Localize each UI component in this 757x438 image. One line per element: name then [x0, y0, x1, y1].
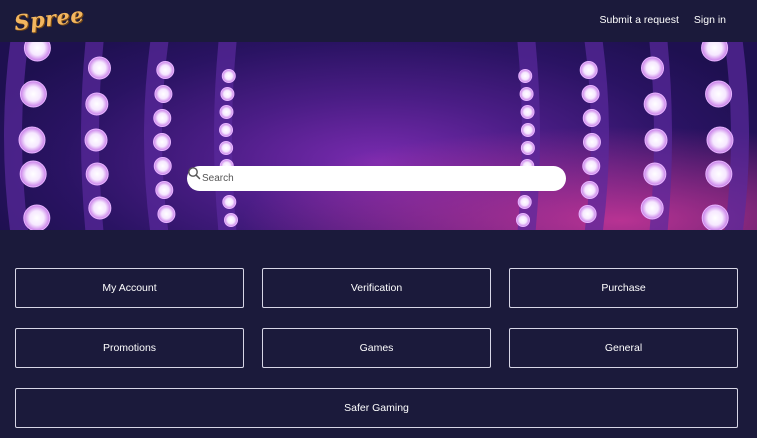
light-bulb — [643, 92, 667, 116]
light-bulb — [219, 123, 234, 137]
sign-in-link[interactable]: Sign in — [694, 14, 726, 26]
search-input[interactable] — [200, 172, 534, 185]
category-games[interactable]: Games — [262, 328, 491, 368]
light-bulb — [518, 69, 533, 83]
category-verification[interactable]: Verification — [262, 268, 491, 308]
light-bulb — [705, 160, 733, 188]
light-bulb — [578, 205, 597, 223]
category-promotions[interactable]: Promotions — [15, 328, 244, 368]
light-bulb — [219, 141, 234, 155]
light-bulb — [520, 141, 535, 155]
light-arc — [4, 42, 29, 230]
light-bulb — [88, 196, 112, 220]
light-bulb — [641, 56, 665, 80]
light-bulb — [153, 133, 172, 151]
light-bulb — [701, 204, 729, 230]
light-bulb — [582, 133, 601, 151]
light-bulb — [706, 126, 734, 154]
light-bulb — [520, 105, 535, 119]
light-bulb — [582, 109, 601, 127]
category-safer-gaming[interactable]: Safer Gaming — [15, 388, 738, 428]
search-bar[interactable] — [187, 166, 566, 191]
light-bulb — [157, 205, 176, 223]
submit-request-link[interactable]: Submit a request — [600, 14, 679, 26]
category-general[interactable]: General — [509, 328, 738, 368]
light-bulb — [515, 213, 530, 227]
light-bulb — [582, 157, 601, 175]
light-bulb — [84, 128, 108, 152]
top-nav: Submit a request Sign in — [600, 14, 727, 26]
light-bulb — [219, 105, 234, 119]
light-bulb — [517, 195, 532, 209]
light-bulb — [224, 213, 239, 227]
hero-lights-illustration — [0, 42, 757, 230]
light-bulb — [519, 87, 534, 101]
category-purchase[interactable]: Purchase — [509, 268, 738, 308]
light-bulb — [520, 123, 535, 137]
light-bulb — [156, 61, 175, 79]
light-bulb — [85, 162, 109, 186]
light-bulb — [154, 85, 173, 103]
light-bulb — [220, 87, 235, 101]
category-my-account[interactable]: My Account — [15, 268, 244, 308]
light-bulb — [222, 195, 237, 209]
light-bulb — [23, 204, 51, 230]
search-icon — [188, 167, 201, 180]
light-bulb — [153, 109, 172, 127]
spree-logo[interactable]: Spree — [13, 2, 86, 35]
hero-banner — [0, 42, 757, 230]
light-bulb — [581, 85, 600, 103]
light-bulb — [87, 56, 111, 80]
light-bulb — [643, 162, 667, 186]
light-bulb — [221, 69, 236, 83]
light-bulb — [580, 181, 599, 199]
light-bulb — [19, 80, 47, 108]
light-bulb — [705, 80, 733, 108]
light-bulb — [640, 196, 664, 220]
light-bulb — [579, 61, 598, 79]
light-bulb — [155, 181, 174, 199]
light-bulb — [644, 128, 668, 152]
light-arc — [724, 42, 749, 230]
site-header: Spree Submit a request Sign in — [0, 0, 757, 42]
light-bulb — [153, 157, 172, 175]
light-bulb — [18, 126, 46, 154]
light-bulb — [85, 92, 109, 116]
light-bulb — [19, 160, 47, 188]
